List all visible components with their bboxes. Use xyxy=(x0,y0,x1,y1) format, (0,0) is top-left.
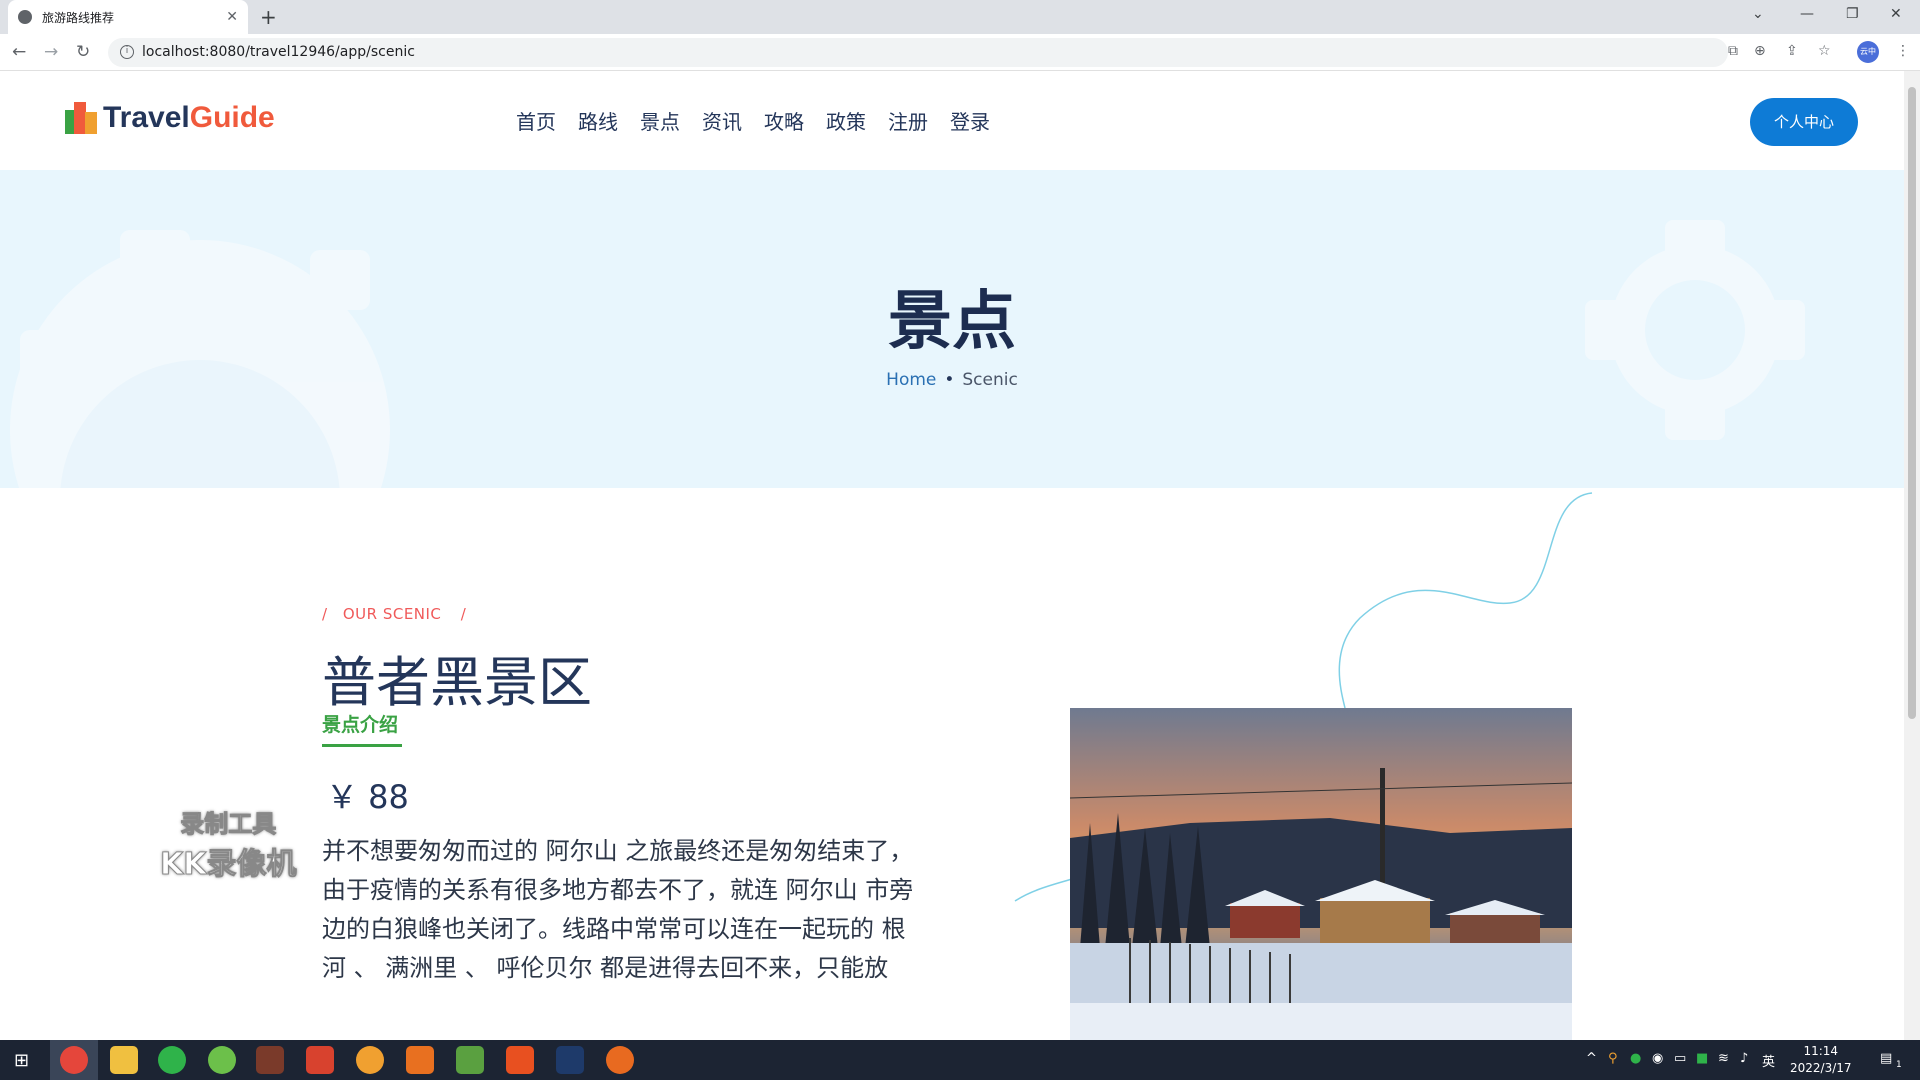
tray-time: 11:14 xyxy=(1803,1044,1839,1058)
decorative-curve xyxy=(1014,492,1593,902)
file-explorer-taskbar-icon[interactable] xyxy=(110,1046,138,1074)
tray-search-icon[interactable]: ⚲ xyxy=(1608,1051,1618,1066)
nav-register[interactable]: 注册 xyxy=(888,106,928,135)
reload-icon[interactable]: ↻ xyxy=(76,42,90,62)
scenic-name: 普者黑景区 xyxy=(322,651,592,714)
nav-scenic[interactable]: 景点 xyxy=(640,106,680,135)
tray-clock[interactable]: 11:14 2022/3/17 xyxy=(1790,1043,1852,1077)
watermark-line1: 录制工具 xyxy=(180,810,277,839)
nav-login[interactable]: 登录 xyxy=(950,106,990,135)
nav-routes[interactable]: 路线 xyxy=(578,106,618,135)
tray-expand-icon[interactable]: ^ xyxy=(1586,1051,1597,1066)
breadcrumb-home-link[interactable]: Home xyxy=(886,370,936,390)
zoom-icon[interactable]: ⊕ xyxy=(1754,43,1766,59)
chrome-taskbar-icon[interactable] xyxy=(60,1046,88,1074)
url-input[interactable]: i localhost:8080/travel12946/app/scenic xyxy=(108,38,1728,67)
address-bar-row: ← → ↻ i localhost:8080/travel12946/app/s… xyxy=(0,34,1920,71)
tab-search-chevron-icon[interactable]: ⌄ xyxy=(1752,6,1764,22)
tray-device-icon[interactable]: ▭ xyxy=(1674,1051,1686,1066)
section-kicker: / OUR SCENIC / xyxy=(322,605,466,623)
logo-icon xyxy=(65,102,99,134)
bookmark-star-icon[interactable]: ☆ xyxy=(1818,43,1831,59)
tray-ime-indicator[interactable]: 英 xyxy=(1762,1051,1775,1070)
kicker-slash-left: / xyxy=(322,605,328,623)
game-taskbar-icon[interactable] xyxy=(256,1046,284,1074)
page-hero-banner: 景点 Home • Scenic xyxy=(0,170,1904,488)
recorder-watermark: 录制工具 KK录像机 xyxy=(160,804,297,883)
browser-tab[interactable]: 旅游路线推荐 ✕ xyxy=(8,0,248,34)
watermark-line2: KK录像机 xyxy=(160,847,297,883)
site-info-icon[interactable]: i xyxy=(120,45,134,59)
profile-avatar[interactable]: 云中 xyxy=(1857,41,1879,63)
tab-close-icon[interactable]: ✕ xyxy=(226,9,238,25)
tray-app-icon[interactable]: ◉ xyxy=(1652,1051,1663,1066)
page-title: 景点 xyxy=(888,285,1016,359)
close-window-icon[interactable]: ✕ xyxy=(1890,6,1902,22)
browser-menu-icon[interactable]: ⋮ xyxy=(1896,43,1910,59)
url-text: localhost:8080/travel12946/app/scenic xyxy=(142,44,415,60)
scenic-detail-section: / OUR SCENIC / 普者黑景区 景点介绍 ￥ 88 并不想要匆匆而过的… xyxy=(0,488,1904,1040)
new-tab-icon[interactable]: + xyxy=(260,5,277,29)
share-icon[interactable]: ⇪ xyxy=(1786,43,1798,59)
breadcrumb-current: Scenic xyxy=(962,370,1018,390)
forward-icon[interactable]: → xyxy=(44,42,58,62)
colorful-app-taskbar-icon[interactable] xyxy=(356,1046,384,1074)
tab-scenic-intro[interactable]: 景点介绍 xyxy=(322,710,398,737)
notepad-taskbar-icon[interactable] xyxy=(456,1046,484,1074)
wps-taskbar-icon[interactable] xyxy=(306,1046,334,1074)
tab-title: 旅游路线推荐 xyxy=(42,10,115,25)
media-taskbar-icon[interactable] xyxy=(506,1046,534,1074)
nav-guides[interactable]: 攻略 xyxy=(764,106,804,135)
scenic-description: 并不想要匆匆而过的 阿尔山 之旅最终还是匆匆结束了，由于疫情的关系有很多地方都去… xyxy=(322,837,914,982)
green-app-taskbar-icon[interactable] xyxy=(208,1046,236,1074)
windows-start-icon[interactable]: ⊞ xyxy=(14,1050,29,1071)
scenic-price: ￥ 88 xyxy=(326,778,409,816)
kicker-slash-right: / xyxy=(460,605,467,623)
recorder-taskbar-icon[interactable] xyxy=(606,1046,634,1074)
tray-green-icon[interactable]: ■ xyxy=(1696,1051,1708,1066)
minimize-icon[interactable]: — xyxy=(1800,6,1814,22)
photoshop-taskbar-icon[interactable] xyxy=(556,1046,584,1074)
user-center-button[interactable]: 个人中心 xyxy=(1750,98,1858,146)
main-nav: 首页 路线 景点 资讯 攻略 政策 注册 登录 xyxy=(516,106,990,135)
notification-count: 1 xyxy=(1896,1060,1902,1070)
tray-date: 2022/3/17 xyxy=(1790,1061,1852,1075)
wechat-taskbar-icon[interactable] xyxy=(158,1046,186,1074)
tray-wechat-icon[interactable]: ● xyxy=(1630,1051,1641,1066)
windows-taskbar: ⊞ ^ ⚲ ● ◉ ▭ ■ ≋ ♪ 英 11:14 2022/3/17 ▤ 1 xyxy=(0,1040,1920,1080)
breadcrumb-separator: • xyxy=(944,370,955,390)
site-header: Travel Guide 首页 路线 景点 资讯 攻略 政策 注册 登录 个人中心 xyxy=(0,71,1904,170)
nav-news[interactable]: 资讯 xyxy=(702,106,742,135)
restore-icon[interactable]: ❐ xyxy=(1846,6,1859,22)
tab-favicon-icon xyxy=(18,10,32,24)
tab-active-underline xyxy=(322,744,402,747)
search-app-taskbar-icon[interactable] xyxy=(406,1046,434,1074)
notification-center-icon[interactable]: ▤ xyxy=(1880,1051,1892,1066)
tray-volume-icon[interactable]: ♪ xyxy=(1740,1051,1748,1066)
logo-text-travel: Travel xyxy=(103,101,190,134)
nav-policy[interactable]: 政策 xyxy=(826,106,866,135)
breadcrumb: Home • Scenic xyxy=(0,370,1904,390)
scenic-photo xyxy=(1070,708,1572,1040)
kicker-text: OUR SCENIC xyxy=(342,605,442,623)
site-logo[interactable]: Travel Guide xyxy=(65,101,275,135)
browser-tab-bar: 旅游路线推荐 ✕ + ⌄ — ❐ ✕ xyxy=(0,0,1920,34)
tray-wifi-icon[interactable]: ≋ xyxy=(1718,1051,1729,1066)
nav-home[interactable]: 首页 xyxy=(516,106,556,135)
page-scrollbar[interactable] xyxy=(1904,71,1920,1040)
scrollbar-thumb[interactable] xyxy=(1908,87,1916,719)
translate-icon[interactable]: ⧉ xyxy=(1728,43,1738,59)
logo-text-guide: Guide xyxy=(189,101,275,134)
page-viewport: Travel Guide 首页 路线 景点 资讯 攻略 政策 注册 登录 个人中心 xyxy=(0,71,1904,1040)
back-icon[interactable]: ← xyxy=(12,42,26,62)
